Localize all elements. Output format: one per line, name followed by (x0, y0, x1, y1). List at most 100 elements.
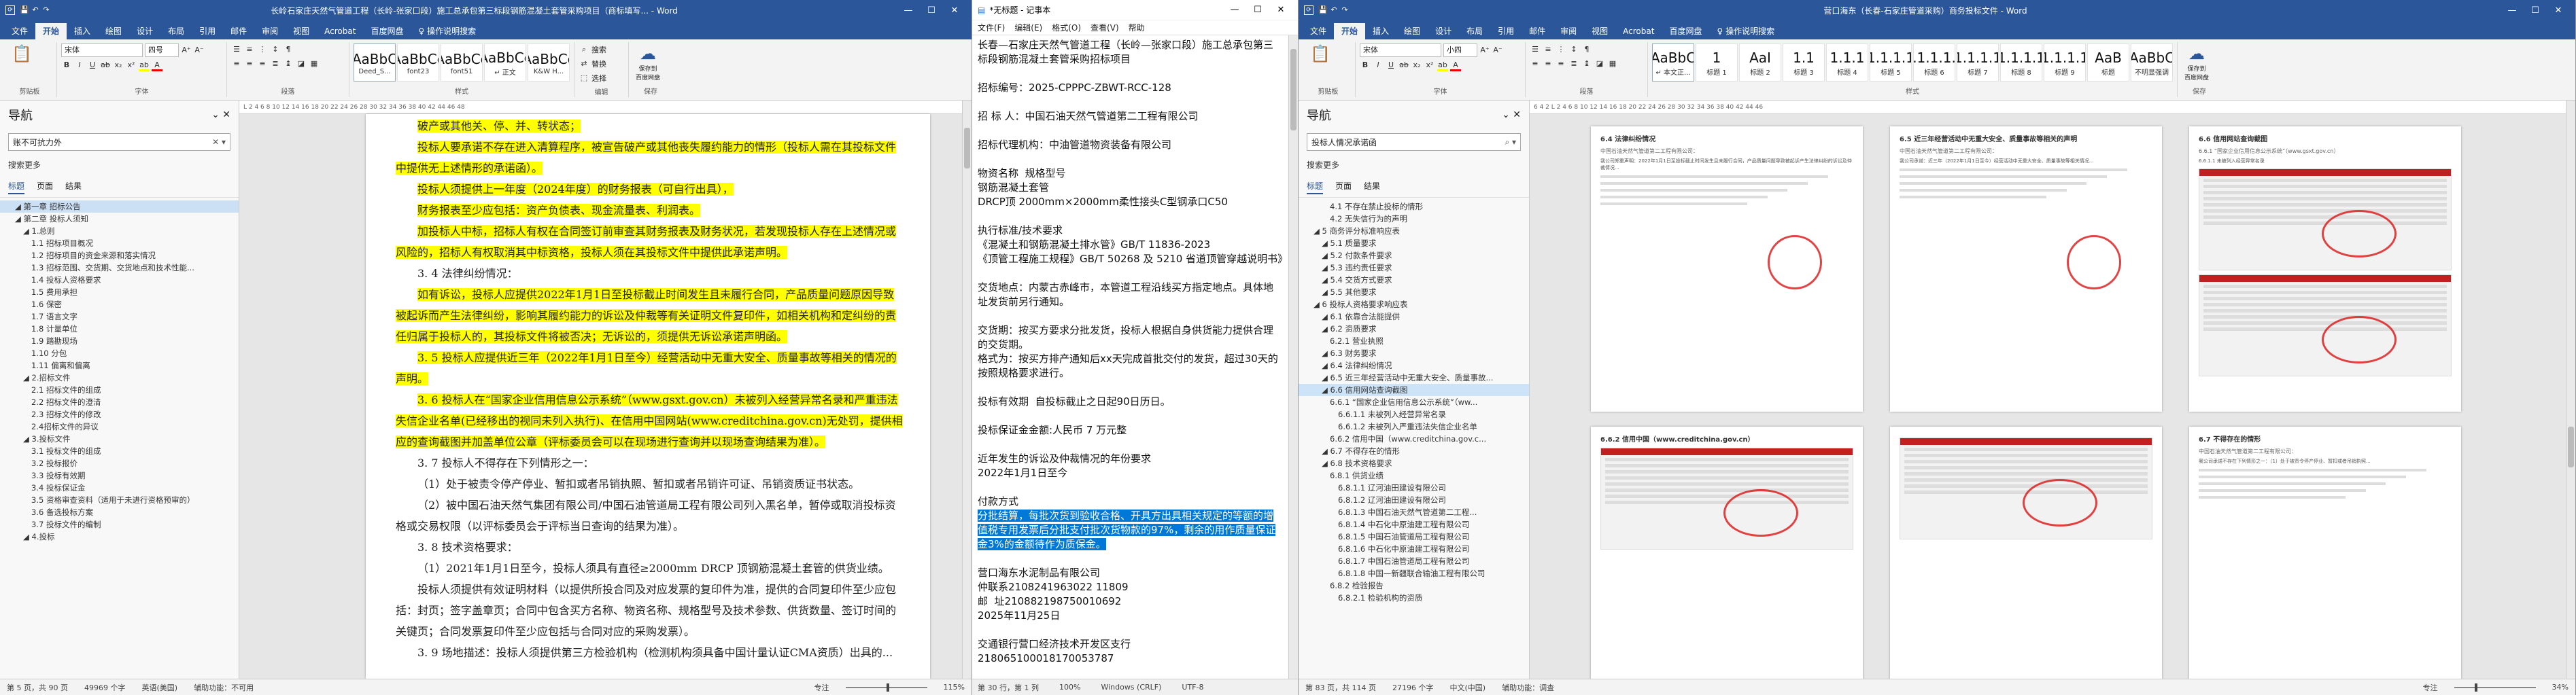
bold-icon[interactable]: B (61, 59, 72, 71)
save-to-baidu-button[interactable]: ☁ 保存到 百度网盘 (633, 43, 663, 82)
align-center-icon[interactable]: ≡ (1543, 58, 1553, 70)
justify-icon[interactable]: ≣ (270, 58, 281, 70)
nav-tab[interactable]: 标题 (8, 180, 25, 194)
nav-heading-item[interactable]: 2.3 招标文件的修改 (0, 408, 239, 421)
ribbon-tab[interactable]: Acrobat (317, 23, 363, 39)
strikethrough-icon[interactable]: ab (1398, 59, 1409, 71)
page-thumbnail[interactable]: 6.6.2 信用中国（www.creditchina.gov.cn） (1591, 427, 1863, 679)
nav-heading-item[interactable]: ◢ 6.4 法律纠纷情况 (1299, 359, 1529, 372)
language[interactable]: 英语(美国) (141, 682, 177, 693)
accessibility[interactable]: 辅助功能：调查 (1502, 682, 1554, 693)
align-left-icon[interactable]: ≡ (1530, 58, 1541, 70)
nav-heading-item[interactable]: ◢ 6.6 信用网站查询截图 (1299, 384, 1529, 396)
nav-heading-item[interactable]: 1.3 招标范围、交货期、交货地点和技术性能... (0, 262, 239, 274)
save-icon[interactable]: 💾 (19, 4, 30, 16)
nav-heading-item[interactable]: 1.4 投标人资格要求 (0, 274, 239, 286)
nav-heading-item[interactable]: 4.2 无失信行为的声明 (1299, 213, 1529, 225)
nav-heading-item[interactable]: 6.8.1.6 中石化中原油建工程有限公司 (1299, 543, 1529, 555)
style-item[interactable]: AaBbC 不明显强调 (2131, 43, 2173, 82)
nav-tab[interactable]: 页面 (1335, 180, 1352, 194)
ribbon-tab[interactable]: 视图 (1584, 23, 1615, 39)
zoom-slider[interactable] (845, 683, 927, 692)
align-left-icon[interactable]: ≡ (231, 58, 242, 70)
ribbon-tab[interactable]: 设计 (129, 23, 160, 39)
zoom-handle[interactable] (2474, 683, 2477, 692)
menu-item[interactable]: 帮助 (1129, 22, 1145, 33)
zoom-level[interactable]: 34% (2552, 683, 2569, 692)
style-item[interactable]: 1.1.1.1 标题 5 (1870, 43, 1912, 82)
replace-button[interactable]: 替换 (591, 58, 606, 69)
style-item[interactable]: 1.1.1.1.1 标题 6 (1913, 43, 1955, 82)
scroll-thumb[interactable] (2568, 427, 2574, 467)
maximize-icon[interactable]: ☐ (920, 5, 943, 16)
paste-button[interactable]: 📋 (7, 43, 37, 64)
nav-close-icon[interactable]: ⌄ ✕ (1502, 109, 1521, 120)
page-thumbnail[interactable] (1890, 427, 2162, 679)
show-marks-icon[interactable]: ¶ (283, 43, 294, 56)
nav-heading-item[interactable]: ◢ 6.3 财务要求 (1299, 347, 1529, 359)
nav-heading-item[interactable]: 6.8.1.8 中国—新疆联合输油工程有限公司 (1299, 567, 1529, 580)
ribbon-tab[interactable]: 插入 (67, 23, 98, 39)
nav-heading-item[interactable]: ◢ 5 商务评分标准响应表 (1299, 225, 1529, 237)
multilevel-icon[interactable]: ⋮ (257, 43, 268, 56)
zoom-slider[interactable] (2454, 683, 2536, 692)
search-more-link[interactable]: 搜索更多 (1299, 155, 1529, 175)
nav-heading-item[interactable]: 3.7 投标文件的编制 (0, 518, 239, 531)
undo-icon[interactable]: ↶ (1328, 4, 1339, 16)
nav-heading-item[interactable]: 1.1 招标项目概况 (0, 237, 239, 249)
nav-heading-item[interactable]: ◢ 2.招标文件 (0, 372, 239, 384)
search-icon[interactable]: ⌕ ▾ (1505, 137, 1516, 147)
nav-heading-item[interactable]: 6.8.1.3 中国石油天然气管道第二工程... (1299, 506, 1529, 518)
shading-icon[interactable]: ◪ (1594, 58, 1605, 70)
minimize-icon[interactable]: — (2501, 5, 2524, 16)
nav-heading-item[interactable]: 3.4 投标保证金 (0, 482, 239, 494)
nav-heading-item[interactable]: 6.8.2 检验报告 (1299, 580, 1529, 592)
undo-icon[interactable]: ↶ (30, 4, 41, 16)
align-right-icon[interactable]: ≡ (1556, 58, 1566, 70)
italic-icon[interactable]: I (1373, 59, 1384, 71)
nav-heading-item[interactable]: 1.8 计量单位 (0, 323, 239, 335)
vertical-scrollbar[interactable] (2566, 101, 2575, 679)
align-center-icon[interactable]: ≡ (244, 58, 255, 70)
shrink-font-icon[interactable]: A⁻ (194, 44, 205, 56)
align-right-icon[interactable]: ≡ (257, 58, 268, 70)
highlight-icon[interactable]: ab (1437, 59, 1448, 71)
close-icon[interactable]: ✕ (1269, 5, 1292, 15)
line-spacing-icon[interactable]: ↨ (1581, 58, 1592, 70)
nav-heading-item[interactable]: 3.1 投标文件的组成 (0, 445, 239, 457)
nav-heading-item[interactable]: 6.8.2.1 检验机构的资质 (1299, 592, 1529, 604)
page-thumbnail[interactable]: 6.5 近三年经营活动中无重大安全、质量事故等相关的声明 中国石油天然气管道第二工… (1890, 126, 2162, 412)
style-item[interactable]: AaBbC Deed_S... (354, 43, 396, 82)
page-count[interactable]: 第 83 页，共 114 页 (1305, 682, 1376, 693)
page-count[interactable]: 第 5 页，共 90 页 (7, 682, 68, 693)
nav-heading-item[interactable]: ◢ 5.2 付款条件要求 (1299, 249, 1529, 262)
numbering-icon[interactable]: ≡ (1543, 43, 1553, 56)
font-size-select[interactable]: 小四 (1443, 43, 1477, 57)
autosave-icon[interactable]: ⟳ (1304, 5, 1313, 15)
ribbon-tab[interactable]: 审阅 (1553, 23, 1584, 39)
style-item[interactable]: AaBbC ↵ 本文正... (1652, 43, 1694, 82)
ribbon-tab[interactable]: ♀ 操作说明搜索 (1709, 23, 1782, 39)
nav-heading-item[interactable]: 6.2.1 营业执照 (1299, 335, 1529, 347)
focus-mode[interactable]: 专注 (2423, 682, 2438, 693)
bullets-icon[interactable]: ☰ (231, 43, 242, 56)
subscript-icon[interactable]: x₂ (1411, 59, 1422, 71)
find-button[interactable]: 搜索 (591, 44, 606, 55)
nav-search-input[interactable]: 投标人情况承诺函 ⌕ ▾ (1307, 133, 1521, 151)
clear-search-icon[interactable]: ✕ ▾ (212, 137, 226, 147)
nav-heading-item[interactable]: 6.6.1.1 未被列入经营异常名录 (1299, 408, 1529, 421)
nav-heading-item[interactable]: 2.2 招标文件的澄清 (0, 396, 239, 408)
nav-heading-item[interactable]: ◢ 5.4 交货方式要求 (1299, 274, 1529, 286)
shrink-font-icon[interactable]: A⁻ (1492, 44, 1503, 56)
ribbon-tab[interactable]: ♀ 操作说明搜索 (411, 23, 483, 39)
ribbon-tab[interactable]: 插入 (1365, 23, 1396, 39)
nav-heading-item[interactable]: 6.8.1 供货业绩 (1299, 469, 1529, 482)
style-item[interactable]: 1.1.1.1.1.1 标题 7 (1957, 43, 1999, 82)
style-item[interactable]: 1.1.1 标题 4 (1826, 43, 1868, 82)
line-spacing-icon[interactable]: ↨ (283, 58, 294, 70)
show-marks-icon[interactable]: ¶ (1581, 43, 1592, 56)
nav-heading-item[interactable]: 6.8.1.7 中国石油管道局工程有限公司 (1299, 555, 1529, 567)
style-item[interactable]: 1.1.1.1 标题 8 (2000, 43, 2042, 82)
nav-heading-item[interactable]: 6.6.1 “国家企业信用信息公示系统”（ww... (1299, 396, 1529, 408)
nav-heading-item[interactable]: 1.2 招标项目的资金来源和落实情况 (0, 249, 239, 262)
